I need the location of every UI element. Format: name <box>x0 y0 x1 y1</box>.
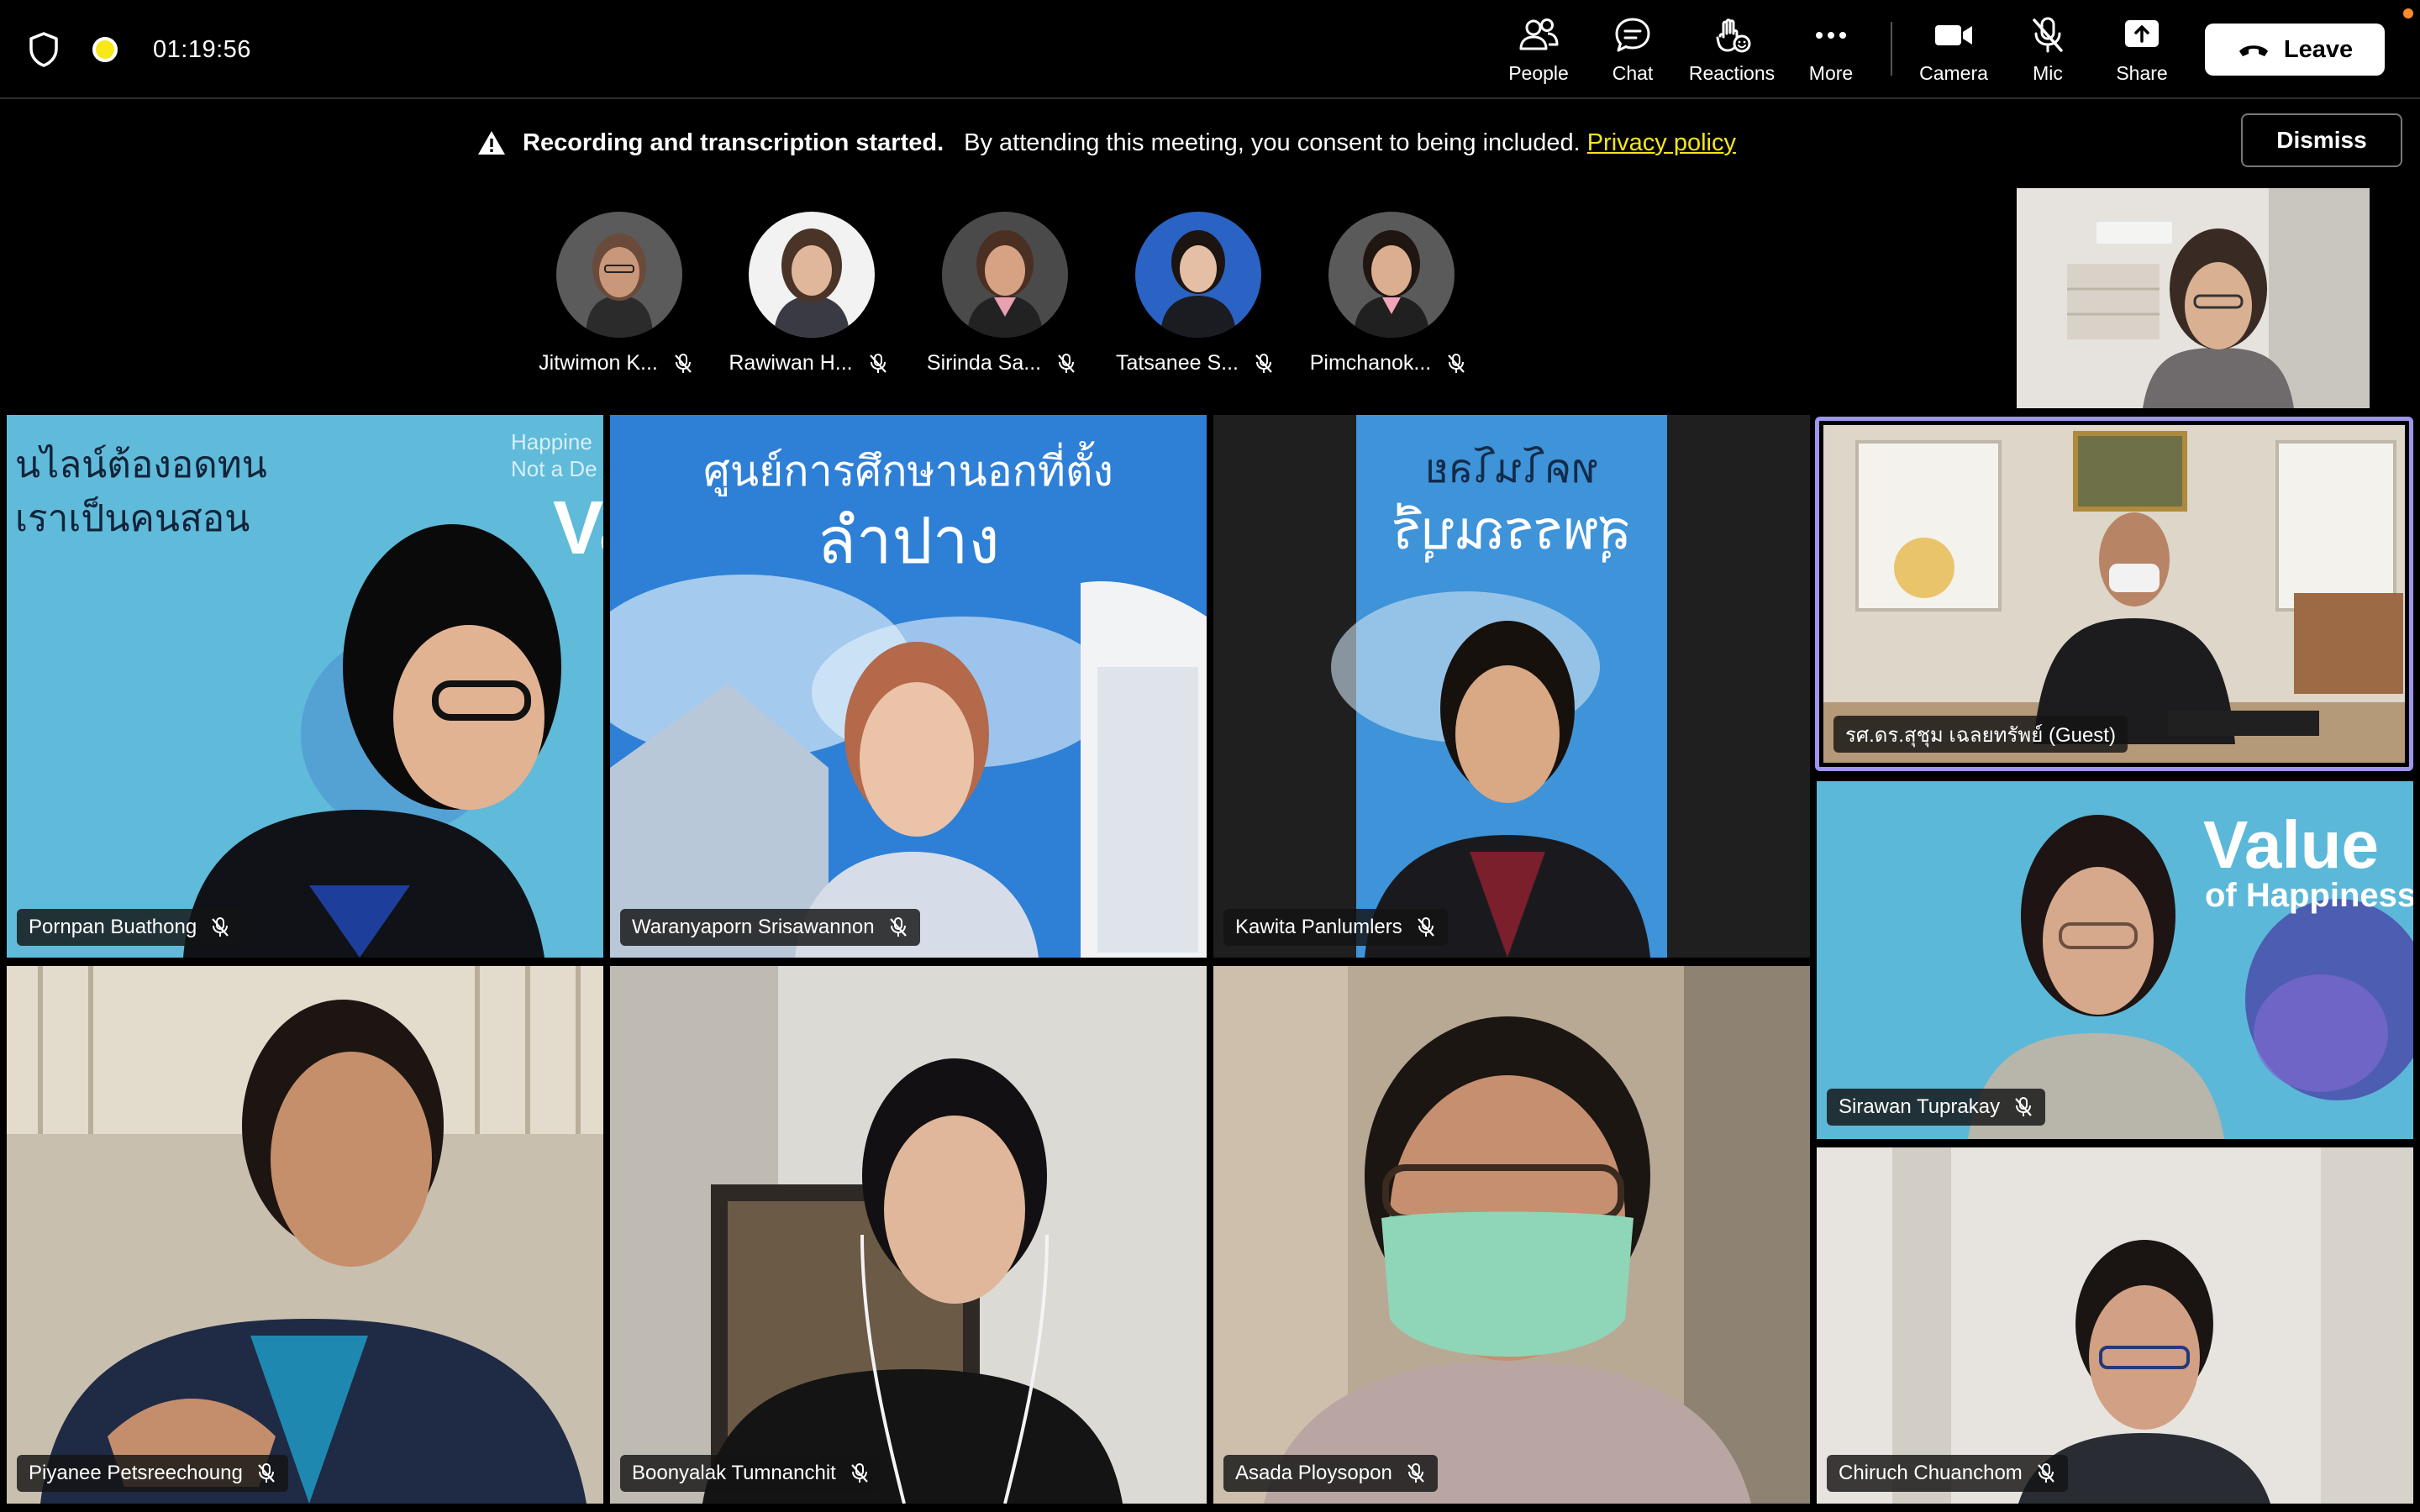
audio-participant[interactable]: Tatsanee S... <box>1098 212 1292 380</box>
participant-name: Tatsanee S... <box>1098 351 1292 375</box>
video-feed <box>1213 966 1810 1504</box>
dismiss-button[interactable]: Dismiss <box>2241 113 2402 167</box>
background-text: Va <box>553 486 603 570</box>
video-tile-guest[interactable]: รศ.ดร.สุชุม เฉลยทรัพย์ (Guest) <box>1823 425 2405 763</box>
participant-name: Sirinda Sa... <box>905 351 1098 375</box>
chat-button[interactable]: Chat <box>1582 15 1683 87</box>
avatar <box>749 212 875 338</box>
mic-off-icon <box>212 917 229 937</box>
mic-off-icon <box>1407 1463 1424 1483</box>
status-dot <box>2403 8 2413 18</box>
participant-name-tag: Kawita Panlumlers <box>1223 909 1448 946</box>
privacy-policy-link[interactable]: Privacy policy <box>1587 129 1736 157</box>
mic-off-icon <box>1448 353 1465 373</box>
leave-label: Leave <box>2283 35 2354 63</box>
mic-off-icon <box>1417 917 1434 937</box>
camera-label: Camera <box>1919 62 1988 84</box>
video-tile-kawita[interactable]: ทคโนโลย สุพรรณบุรี Kawita Panlumlers <box>1213 415 1810 958</box>
reactions-label: Reactions <box>1688 62 1776 84</box>
mic-off-icon <box>675 353 692 373</box>
self-view-video[interactable] <box>2017 188 2370 408</box>
camera-button[interactable]: Camera <box>1903 15 2004 87</box>
mic-off-icon <box>850 1463 868 1483</box>
video-tile-chiruch[interactable]: Chiruch Chuanchom <box>1817 1147 2413 1504</box>
video-tile-asada[interactable]: Asada Ploysopon <box>1213 966 1810 1504</box>
audio-participant[interactable]: Rawiwan H... <box>712 212 905 380</box>
banner-message: By attending this meeting, you consent t… <box>964 129 1581 156</box>
video-feed <box>2017 188 2370 408</box>
warning-icon <box>478 131 505 155</box>
participant-name-tag: Chiruch Chuanchom <box>1827 1455 2068 1492</box>
video-feed <box>1823 425 2405 763</box>
participant-name-tag: Asada Ploysopon <box>1223 1455 1438 1492</box>
more-label: More <box>1808 62 1854 84</box>
participant-name-tag: รศ.ดร.สุชุม เฉลยทรัพย์ (Guest) <box>1833 716 2128 753</box>
background-text: of Happiness <box>2205 877 2413 914</box>
participant-name-tag: Pornpan Buathong <box>17 909 243 946</box>
people-label: People <box>1508 62 1569 84</box>
avatar <box>942 212 1068 338</box>
people-icon <box>1519 18 1559 50</box>
phone-icon <box>2238 45 2268 56</box>
share-label: Share <box>2116 62 2168 84</box>
chat-label: Chat <box>1612 62 1654 84</box>
background-text: Value <box>2203 807 2380 882</box>
background-text: ลำปาง <box>817 506 1000 577</box>
recording-icon <box>92 37 118 62</box>
mic-off-icon <box>2033 17 2063 53</box>
participant-name-tag: Piyanee Petsreechoung <box>17 1455 288 1492</box>
mic-off-icon <box>258 1463 275 1483</box>
banner-title: Recording and transcription started. <box>523 129 944 156</box>
video-tile-pornpan[interactable]: นไลน์ต้องอดทน เราเป็นคนสอน Happine Not a D… <box>7 415 603 958</box>
mic-button[interactable]: Mic <box>1997 15 2098 87</box>
participant-name: Jitwimon K... <box>519 351 713 375</box>
avatar <box>1328 212 1455 338</box>
camera-icon <box>1935 25 1972 45</box>
mic-label: Mic <box>2033 62 2063 84</box>
recording-banner: Recording and transcription started. By … <box>0 101 2420 181</box>
participant-name: Rawiwan H... <box>712 351 905 375</box>
meeting-timer: 01:19:56 <box>153 35 251 63</box>
audio-participant[interactable]: Pimchanok... <box>1292 212 1485 380</box>
recording-banner-text: Recording and transcription started. By … <box>477 126 1736 160</box>
video-feed <box>610 966 1207 1504</box>
mic-off-icon <box>1255 353 1272 373</box>
background-text: Happine Not a De <box>511 429 597 481</box>
participant-name-tag: Waranyaporn Srisawannon <box>620 909 920 946</box>
reactions-button[interactable]: Reactions <box>1681 15 1782 87</box>
video-tile-sirawan[interactable]: Value of Happiness Sirawan Tuprakay <box>1817 781 2413 1139</box>
mic-off-icon <box>1058 353 1075 373</box>
background-text: สุพรรณบุรี <box>1392 500 1632 560</box>
meeting-status: 01:19:56 <box>29 29 251 71</box>
mic-off-icon <box>869 353 886 373</box>
leave-button[interactable]: Leave <box>2205 24 2385 76</box>
more-icon <box>1816 32 1846 39</box>
more-button[interactable]: More <box>1781 15 1881 87</box>
video-tile-piyanee[interactable]: Piyanee Petsreechoung <box>7 966 603 1504</box>
share-icon <box>2125 20 2159 47</box>
video-tile-boonyalak[interactable]: Boonyalak Tumnanchit <box>610 966 1207 1504</box>
participant-name-tag: Sirawan Tuprakay <box>1827 1089 2046 1126</box>
video-tile-waranyaporn[interactable]: ศูนย์การศึกษานอกที่ตั้ง ลำปาง Waranyapor… <box>610 415 1207 958</box>
participant-name-tag: Boonyalak Tumnanchit <box>620 1455 881 1492</box>
video-feed <box>1817 1147 2413 1504</box>
avatar <box>1135 212 1261 338</box>
mic-off-icon <box>889 917 907 937</box>
video-feed <box>7 966 603 1504</box>
shield-icon[interactable] <box>29 31 59 68</box>
mic-off-icon <box>2015 1097 2032 1116</box>
meeting-toolbar: 01:19:56 People Chat Reactions More Came… <box>0 0 2420 99</box>
audio-participant[interactable]: Sirinda Sa... <box>905 212 1098 380</box>
chat-icon <box>1615 18 1650 52</box>
audio-participant[interactable]: Jitwimon K... <box>519 212 713 380</box>
background-text: นไลน์ต้องอดทน เราเป็นคนสอน <box>15 444 267 539</box>
avatar <box>556 212 682 338</box>
toolbar-divider <box>1891 22 1892 76</box>
reactions-icon <box>1716 18 1751 53</box>
mic-off-icon <box>2037 1463 2054 1483</box>
participant-name: Pimchanok... <box>1292 351 1485 375</box>
people-button[interactable]: People <box>1488 15 1589 87</box>
share-button[interactable]: Share <box>2091 15 2192 87</box>
